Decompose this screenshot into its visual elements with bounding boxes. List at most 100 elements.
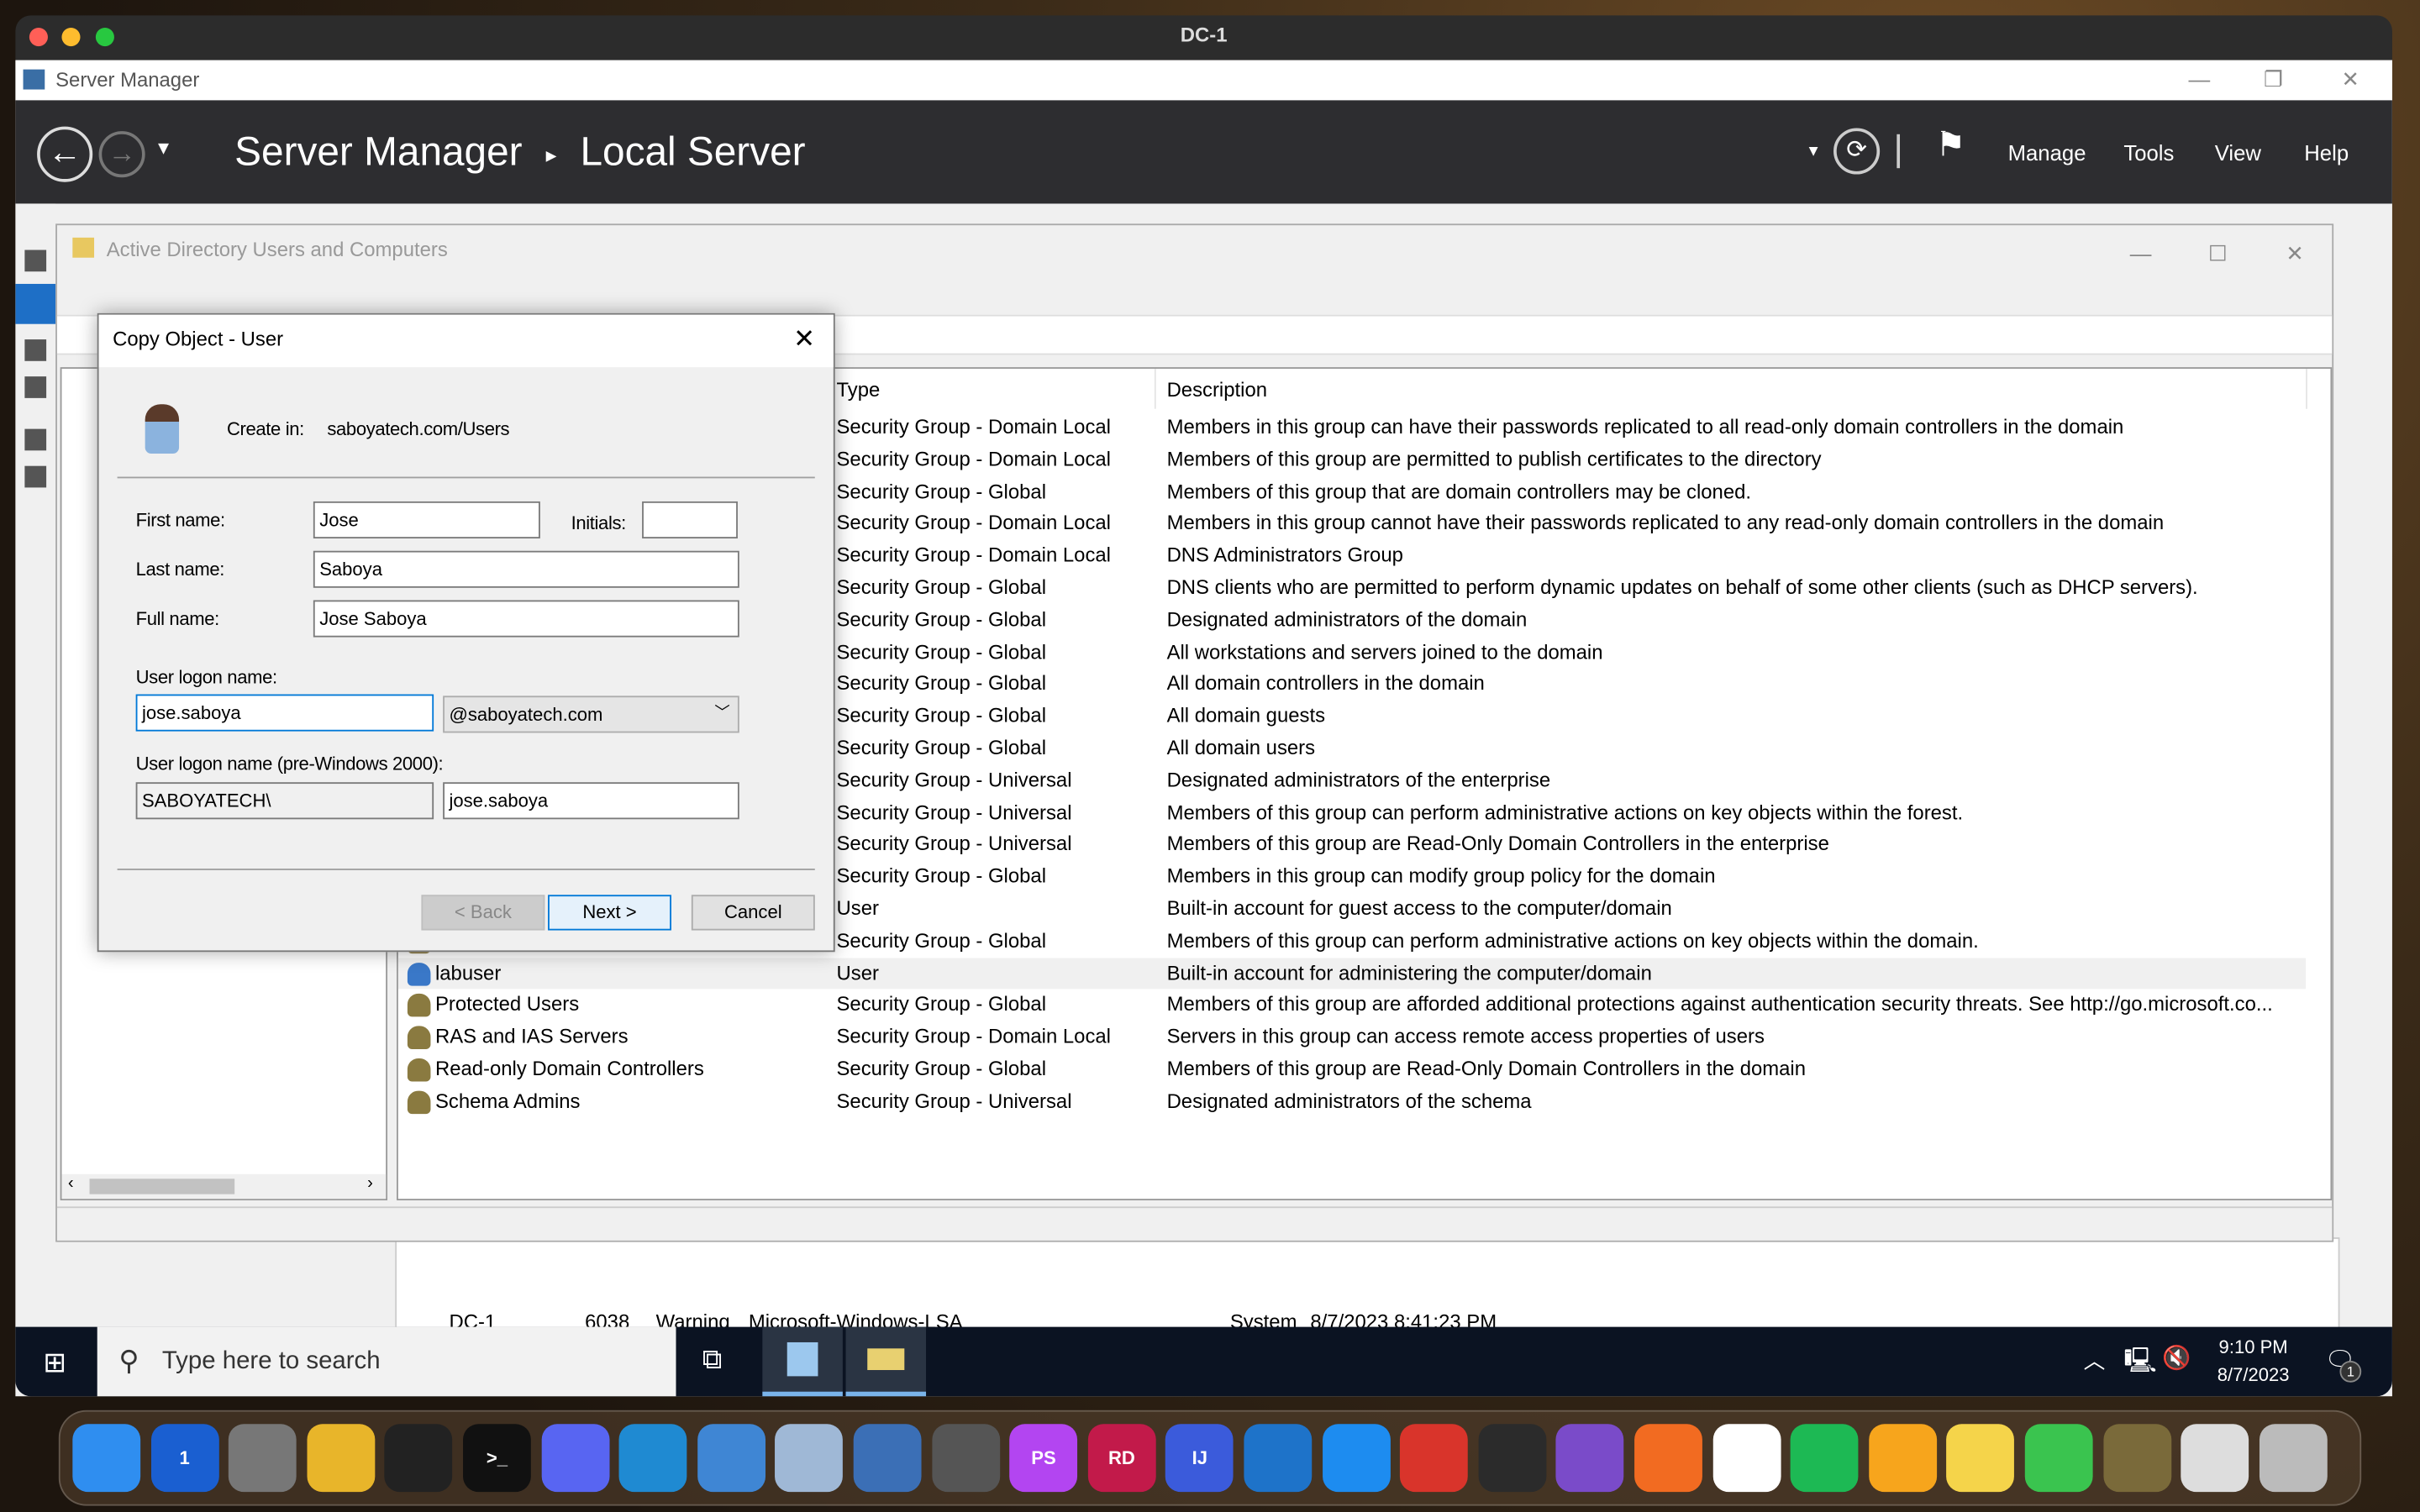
aduc-maximize-icon[interactable]: ☐ <box>2187 234 2249 275</box>
ad-ds-icon[interactable] <box>24 376 47 398</box>
table-row[interactable]: Protected Users Security Group - Global Me… <box>398 990 2306 1021</box>
user-icon <box>145 404 180 454</box>
notifications-flag-icon[interactable]: ⚑ <box>1935 125 1965 165</box>
aduc-close-icon[interactable]: ✕ <box>2264 234 2325 275</box>
pages-icon[interactable] <box>1868 1424 1937 1493</box>
table-row[interactable]: RAS and IAS Servers Security Group - Doma… <box>398 1021 2306 1053</box>
minimize-window-button[interactable] <box>61 28 81 47</box>
history-dropdown-icon[interactable]: ▼ <box>155 137 173 159</box>
sequel-elephant-icon[interactable] <box>931 1424 1000 1493</box>
menu-tools[interactable]: Tools <box>2123 140 2174 165</box>
breadcrumb: Server Manager ▸ Local Server <box>234 128 805 176</box>
row-type: Security Group - Global <box>836 703 1047 727</box>
menu-manage[interactable]: Manage <box>2008 140 2086 165</box>
sunglasses-icon[interactable] <box>2102 1424 2171 1493</box>
column-header-type[interactable]: Type <box>837 378 881 402</box>
windows-taskbar: ⊞ ⚲ Type here to search ⧉ ︿ 🖳 🔇 9:10 PM 8… <box>15 1326 2392 1397</box>
remote-desktop-icon[interactable] <box>1400 1424 1469 1493</box>
scroll-right-icon[interactable]: › <box>367 1174 373 1193</box>
dialog-close-icon[interactable]: ✕ <box>793 315 815 365</box>
azure-data-studio-icon[interactable] <box>697 1424 765 1493</box>
screen: DC-1 Server Manager — ❐ ✕ ← → ▼ Server M… <box>0 0 2420 1512</box>
intellij-icon[interactable]: IJ <box>1165 1424 1234 1493</box>
dashboard-icon[interactable] <box>24 249 47 272</box>
restore-icon[interactable]: ❐ <box>2243 60 2304 101</box>
task-view-icon[interactable]: ⧉ <box>702 1344 723 1377</box>
pre2000-name-field[interactable]: jose.saboya <box>443 782 739 820</box>
zoom-window-button[interactable] <box>95 28 114 47</box>
pgadmin-icon[interactable] <box>775 1424 844 1493</box>
close-window-button[interactable] <box>29 28 48 47</box>
spotify-icon[interactable] <box>1790 1424 1859 1493</box>
full-name-field[interactable]: Jose Saboya <box>313 600 739 638</box>
windows-start-icon[interactable]: ⊞ <box>43 1347 66 1379</box>
close-icon[interactable]: ✕ <box>2320 60 2381 101</box>
taskbar-search[interactable]: ⚲ Type here to search <box>97 1326 676 1397</box>
volume-muted-icon[interactable]: 🔇 <box>2162 1344 2191 1372</box>
mac-dock: 1 >_ PS RD IJ <box>58 1410 2362 1506</box>
notes-icon[interactable] <box>1946 1424 2015 1493</box>
vscode-icon[interactable] <box>618 1424 687 1493</box>
time: 9:10 PM <box>2218 1336 2288 1358</box>
1password-icon[interactable]: 1 <box>150 1424 219 1493</box>
visual-studio-icon[interactable] <box>1556 1424 1624 1493</box>
column-divider[interactable] <box>2306 368 2307 409</box>
tree-horizontal-scrollbar[interactable]: ‹ › <box>61 1173 387 1200</box>
clock[interactable]: 9:10 PM 8/7/2023 <box>2207 1333 2300 1389</box>
chrome-icon[interactable] <box>307 1424 375 1493</box>
aduc-title: Active Directory Users and Computers <box>106 237 448 261</box>
figma-icon[interactable] <box>385 1424 453 1493</box>
initials-field[interactable] <box>642 501 738 539</box>
finder-icon[interactable] <box>72 1424 141 1493</box>
phpstorm-icon[interactable]: PS <box>1009 1424 1078 1493</box>
all-servers-icon[interactable] <box>24 339 47 361</box>
breadcrumb-root[interactable]: Server Manager <box>234 128 522 174</box>
minimize-icon[interactable]: — <box>2169 60 2230 101</box>
aduc-minimize-icon[interactable]: — <box>2110 234 2171 275</box>
notification-count: 1 <box>2339 1360 2362 1383</box>
column-divider[interactable] <box>1154 368 1156 409</box>
taskbar-aduc[interactable] <box>845 1326 927 1397</box>
last-name-field[interactable]: Saboya <box>313 550 739 588</box>
mongodb-compass-icon[interactable] <box>1712 1424 1781 1493</box>
tableplus-icon[interactable] <box>853 1424 922 1493</box>
scroll-left-icon[interactable]: ‹ <box>68 1174 74 1193</box>
next-button[interactable]: Next > <box>548 895 671 931</box>
scrollbar-thumb[interactable] <box>89 1179 235 1194</box>
obs-icon[interactable] <box>1478 1424 1547 1493</box>
table-row[interactable]: Read-only Domain Controllers Security Gro… <box>398 1053 2306 1085</box>
back-button[interactable]: < Back <box>421 895 545 931</box>
refresh-icon[interactable]: ⟳ <box>1833 128 1881 175</box>
local-server-icon[interactable] <box>15 283 56 324</box>
downloads-icon[interactable] <box>2181 1424 2249 1493</box>
menu-view[interactable]: View <box>2215 140 2261 165</box>
network-icon[interactable]: 🖳 <box>2123 1344 2156 1386</box>
cancel-button[interactable]: Cancel <box>691 895 815 931</box>
show-hidden-icons-icon[interactable]: ︿ <box>2084 1346 2106 1377</box>
terminal-icon[interactable]: >_ <box>463 1424 531 1493</box>
mac-window-title: DC-1 <box>1180 23 1228 47</box>
messages-icon[interactable] <box>2024 1424 2093 1493</box>
table-row[interactable]: labuser User Built-in account for administ… <box>397 957 2307 990</box>
vectornator-icon[interactable] <box>1634 1424 1702 1493</box>
dns-icon[interactable] <box>24 428 47 451</box>
column-header-description[interactable]: Description <box>1167 378 1267 402</box>
taskbar-server-manager[interactable] <box>762 1326 843 1397</box>
dropdown-icon[interactable]: ▼ <box>1806 144 1821 160</box>
xcode-icon[interactable] <box>1322 1424 1391 1493</box>
trash-icon[interactable] <box>2259 1424 2328 1493</box>
aduc-icon <box>72 237 95 258</box>
system-settings-icon[interactable] <box>229 1424 297 1493</box>
menu-help[interactable]: Help <box>2304 140 2349 165</box>
forward-arrow-icon[interactable]: → <box>98 131 145 178</box>
discord-icon[interactable] <box>540 1424 609 1493</box>
rider-icon[interactable]: RD <box>1087 1424 1156 1493</box>
first-name-field[interactable]: Jose <box>313 501 540 539</box>
logon-domain-select[interactable]: @saboyatech.com ﹀ <box>443 696 739 733</box>
file-services-icon[interactable] <box>24 465 47 488</box>
logon-name-field[interactable]: jose.saboya <box>135 694 434 732</box>
parallels-windows-icon[interactable] <box>1244 1424 1313 1493</box>
back-arrow-icon[interactable]: ← <box>37 126 93 182</box>
row-description: Members of this group are afforded addit… <box>1166 992 2273 1016</box>
table-row[interactable]: Schema Admins Security Group - Universal D… <box>398 1086 2306 1118</box>
